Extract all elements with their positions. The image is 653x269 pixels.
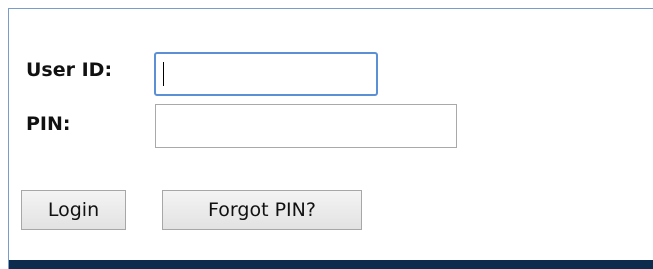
footer-bar <box>9 260 653 269</box>
pin-label: PIN: <box>26 113 71 135</box>
text-caret <box>163 62 164 86</box>
login-button[interactable]: Login <box>21 190 126 230</box>
forgot-pin-button[interactable]: Forgot PIN? <box>162 190 362 230</box>
user-id-input[interactable] <box>154 52 378 96</box>
user-id-label: User ID: <box>26 59 113 81</box>
pin-input[interactable] <box>155 104 457 148</box>
